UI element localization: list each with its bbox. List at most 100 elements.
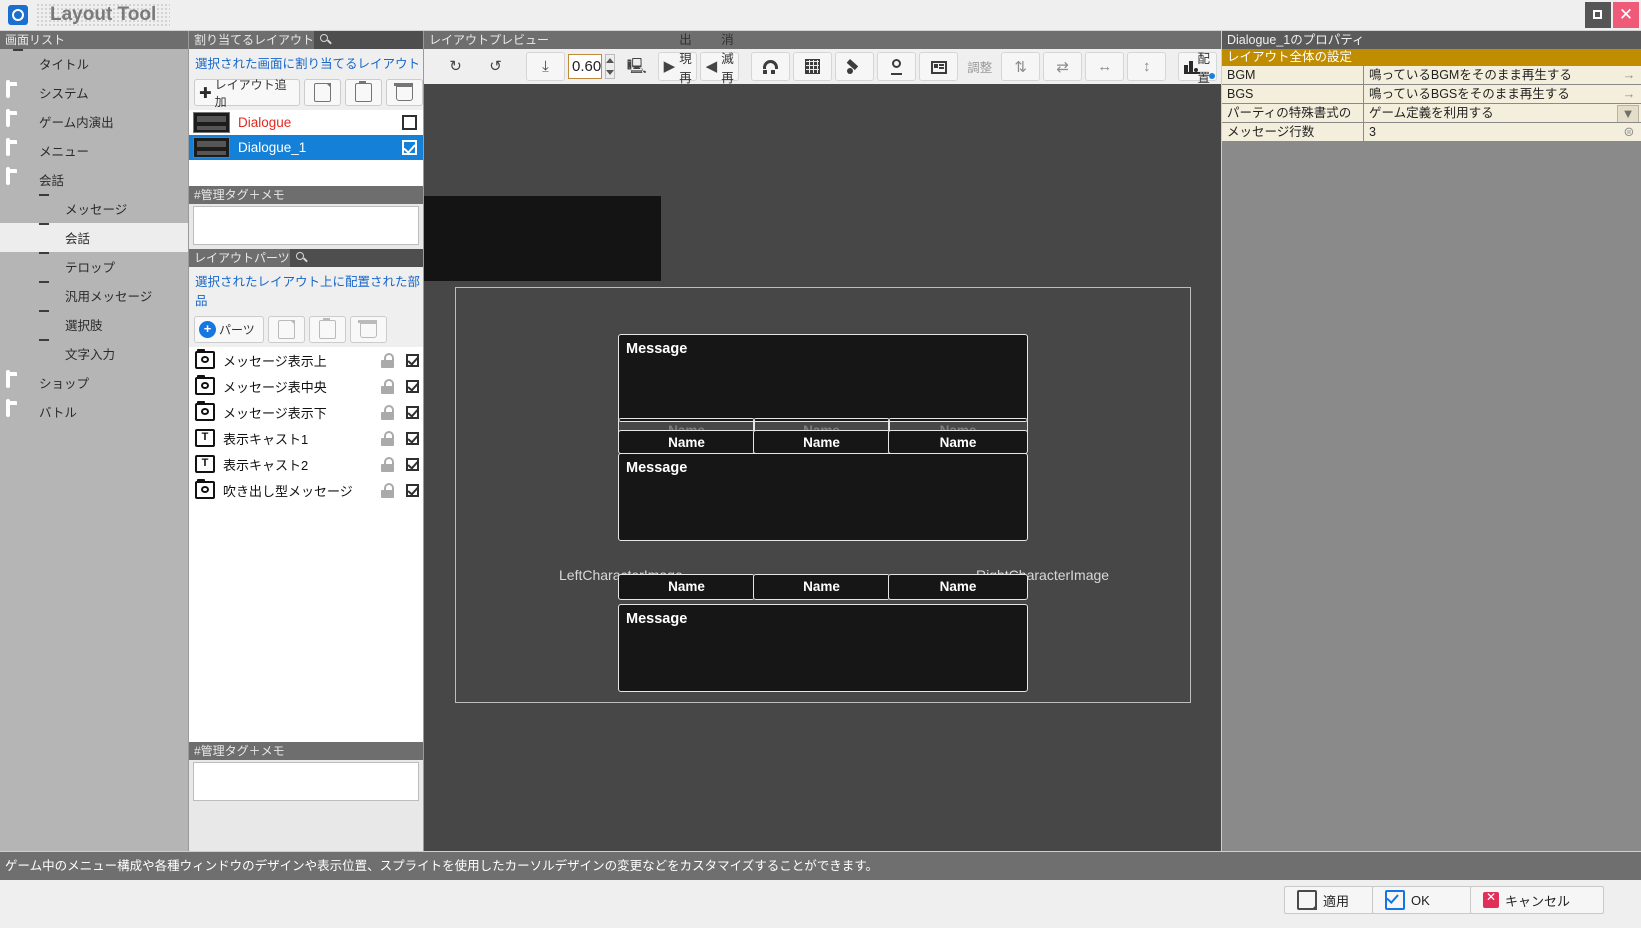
name-box[interactable]: Name: [618, 574, 755, 600]
message-window-top[interactable]: Message: [618, 334, 1028, 422]
lock-icon[interactable]: [381, 379, 394, 394]
memo-top-input[interactable]: [193, 206, 419, 245]
sidebar-item-ingame-direction[interactable]: ゲーム内演出: [0, 107, 188, 136]
lock-icon[interactable]: [381, 353, 394, 368]
sidebar-item-message[interactable]: メッセージ: [0, 194, 188, 223]
table-row[interactable]: Dialogue_1: [189, 135, 423, 160]
sidebar-item-conversation[interactable]: 会話: [0, 223, 188, 252]
name-box[interactable]: Name: [888, 430, 1028, 454]
name-box[interactable]: Name: [618, 430, 755, 454]
sidebar-item-text-input[interactable]: 文字入力: [0, 339, 188, 368]
trash-icon: [360, 323, 377, 338]
play-disappear-button[interactable]: ◀ 消滅再生: [700, 52, 739, 81]
paste-part-button[interactable]: [309, 316, 346, 343]
property-value[interactable]: 3 ⊜: [1364, 123, 1641, 142]
preview-canvas[interactable]: Message Name Name Name Name Name Name Me…: [424, 84, 1221, 851]
part-name: 表示キャスト2: [223, 455, 381, 474]
layout-parts-search-input[interactable]: [290, 249, 423, 267]
card-button[interactable]: [919, 52, 958, 81]
footer-bar: 適用 OK キャンセル: [0, 880, 1641, 928]
delete-layout-button[interactable]: [386, 79, 423, 106]
status-bar: ゲーム中のメニュー構成や各種ウィンドウのデザインや表示位置、スプライトを使用した…: [0, 852, 1641, 880]
sidebar-item-choices[interactable]: 選択肢: [0, 310, 188, 339]
redo-button[interactable]: ↻: [437, 53, 474, 80]
cancel-button[interactable]: キャンセル: [1470, 886, 1604, 914]
preview-backdrop-box: [424, 196, 661, 281]
sidebar-item-battle[interactable]: バトル: [0, 397, 188, 426]
add-part-button[interactable]: + パーツ: [194, 316, 264, 343]
list-item[interactable]: メッセージ表中央: [189, 373, 423, 399]
monitor-button[interactable]: 🖳: [618, 53, 655, 80]
sidebar-item-conversation-folder[interactable]: 会話: [0, 165, 188, 194]
sidebar-item-generic-message[interactable]: 汎用メッセージ: [0, 281, 188, 310]
layout-name: Dialogue_1: [238, 140, 402, 155]
grid-button[interactable]: [793, 52, 832, 81]
swap-vertical-button[interactable]: ⇅: [1001, 52, 1040, 81]
chevron-down-icon[interactable]: ▼: [1617, 105, 1639, 123]
pen-button[interactable]: [835, 52, 874, 81]
memo-bottom-input[interactable]: [193, 762, 419, 801]
part-visible-checkbox[interactable]: [406, 380, 419, 393]
lock-icon[interactable]: [381, 457, 394, 472]
property-value[interactable]: 鳴っているBGMをそのまま再生する →: [1364, 66, 1641, 85]
paste-layout-button[interactable]: [345, 79, 382, 106]
fit-width-button[interactable]: ↔: [1085, 52, 1124, 81]
screen-list-body: タイトル システム ゲーム内演出 メニュー 会話 メッセージ 会話: [0, 49, 188, 851]
part-visible-checkbox[interactable]: [406, 458, 419, 471]
name-box[interactable]: Name: [888, 574, 1028, 600]
list-item[interactable]: メッセージ表示下: [189, 399, 423, 425]
sidebar-item-label: テロップ: [65, 257, 115, 276]
arrange-button[interactable]: 配置: [1178, 52, 1217, 81]
undo-button[interactable]: ↺: [477, 53, 514, 80]
arrow-right-icon[interactable]: →: [1619, 86, 1639, 102]
list-item[interactable]: 吹き出し型メッセージ: [189, 477, 423, 503]
lock-icon[interactable]: [381, 483, 394, 498]
pin-icon: [888, 58, 905, 75]
delete-part-button[interactable]: [350, 316, 387, 343]
name-box[interactable]: Name: [753, 574, 890, 600]
list-item[interactable]: メッセージ表示上: [189, 347, 423, 373]
copy-layout-button[interactable]: [304, 79, 341, 106]
property-value[interactable]: ゲーム定義を利用する ▼: [1364, 104, 1641, 123]
list-item[interactable]: T 表示キャスト2: [189, 451, 423, 477]
part-visible-checkbox[interactable]: [406, 484, 419, 497]
zoom-input[interactable]: 0.60: [568, 54, 602, 79]
message-window-middle[interactable]: Message: [618, 453, 1028, 541]
layout-enabled-checkbox[interactable]: [402, 115, 417, 130]
plus-icon: ✚: [199, 84, 212, 102]
property-row-party-format: パーティの特殊書式の表示 ゲーム定義を利用する ▼: [1222, 104, 1641, 123]
pin-button[interactable]: [877, 52, 916, 81]
part-visible-checkbox[interactable]: [406, 406, 419, 419]
fit-to-screen-button[interactable]: ⤓: [526, 52, 565, 81]
lock-icon[interactable]: [381, 431, 394, 446]
magnet-button[interactable]: [751, 52, 790, 81]
lock-icon[interactable]: [381, 405, 394, 420]
fit-height-button[interactable]: ↕: [1127, 52, 1166, 81]
add-layout-button[interactable]: ✚ レイアウト追加: [194, 79, 300, 106]
sidebar-item-menu[interactable]: メニュー: [0, 136, 188, 165]
stepper-icon[interactable]: ⊜: [1619, 124, 1639, 140]
play-appear-button[interactable]: ▶ 出現再生: [658, 52, 697, 81]
maximize-button[interactable]: [1585, 2, 1611, 28]
zoom-stepper[interactable]: [605, 54, 615, 79]
table-row[interactable]: Dialogue: [189, 110, 423, 135]
check-icon: [1385, 890, 1405, 910]
close-button[interactable]: ✕: [1613, 2, 1639, 28]
property-value[interactable]: 鳴っているBGSをそのまま再生する →: [1364, 85, 1641, 104]
part-visible-checkbox[interactable]: [406, 432, 419, 445]
sidebar-item-title[interactable]: タイトル: [0, 49, 188, 78]
assign-layout-search-input[interactable]: [314, 31, 423, 49]
message-window-bottom[interactable]: Message: [618, 604, 1028, 692]
copy-part-button[interactable]: [268, 316, 305, 343]
part-visible-checkbox[interactable]: [406, 354, 419, 367]
sidebar-item-telop[interactable]: テロップ: [0, 252, 188, 281]
sidebar-item-system[interactable]: システム: [0, 78, 188, 107]
arrow-right-icon[interactable]: →: [1619, 67, 1639, 83]
layout-enabled-checkbox[interactable]: [402, 140, 417, 155]
name-box[interactable]: Name: [753, 430, 890, 454]
list-item[interactable]: T 表示キャスト1: [189, 425, 423, 451]
swap-horizontal-button[interactable]: ⇄: [1043, 52, 1082, 81]
sidebar-item-shop[interactable]: ショップ: [0, 368, 188, 397]
folder-icon: [6, 169, 32, 191]
undo-icon: ↺: [489, 59, 502, 74]
